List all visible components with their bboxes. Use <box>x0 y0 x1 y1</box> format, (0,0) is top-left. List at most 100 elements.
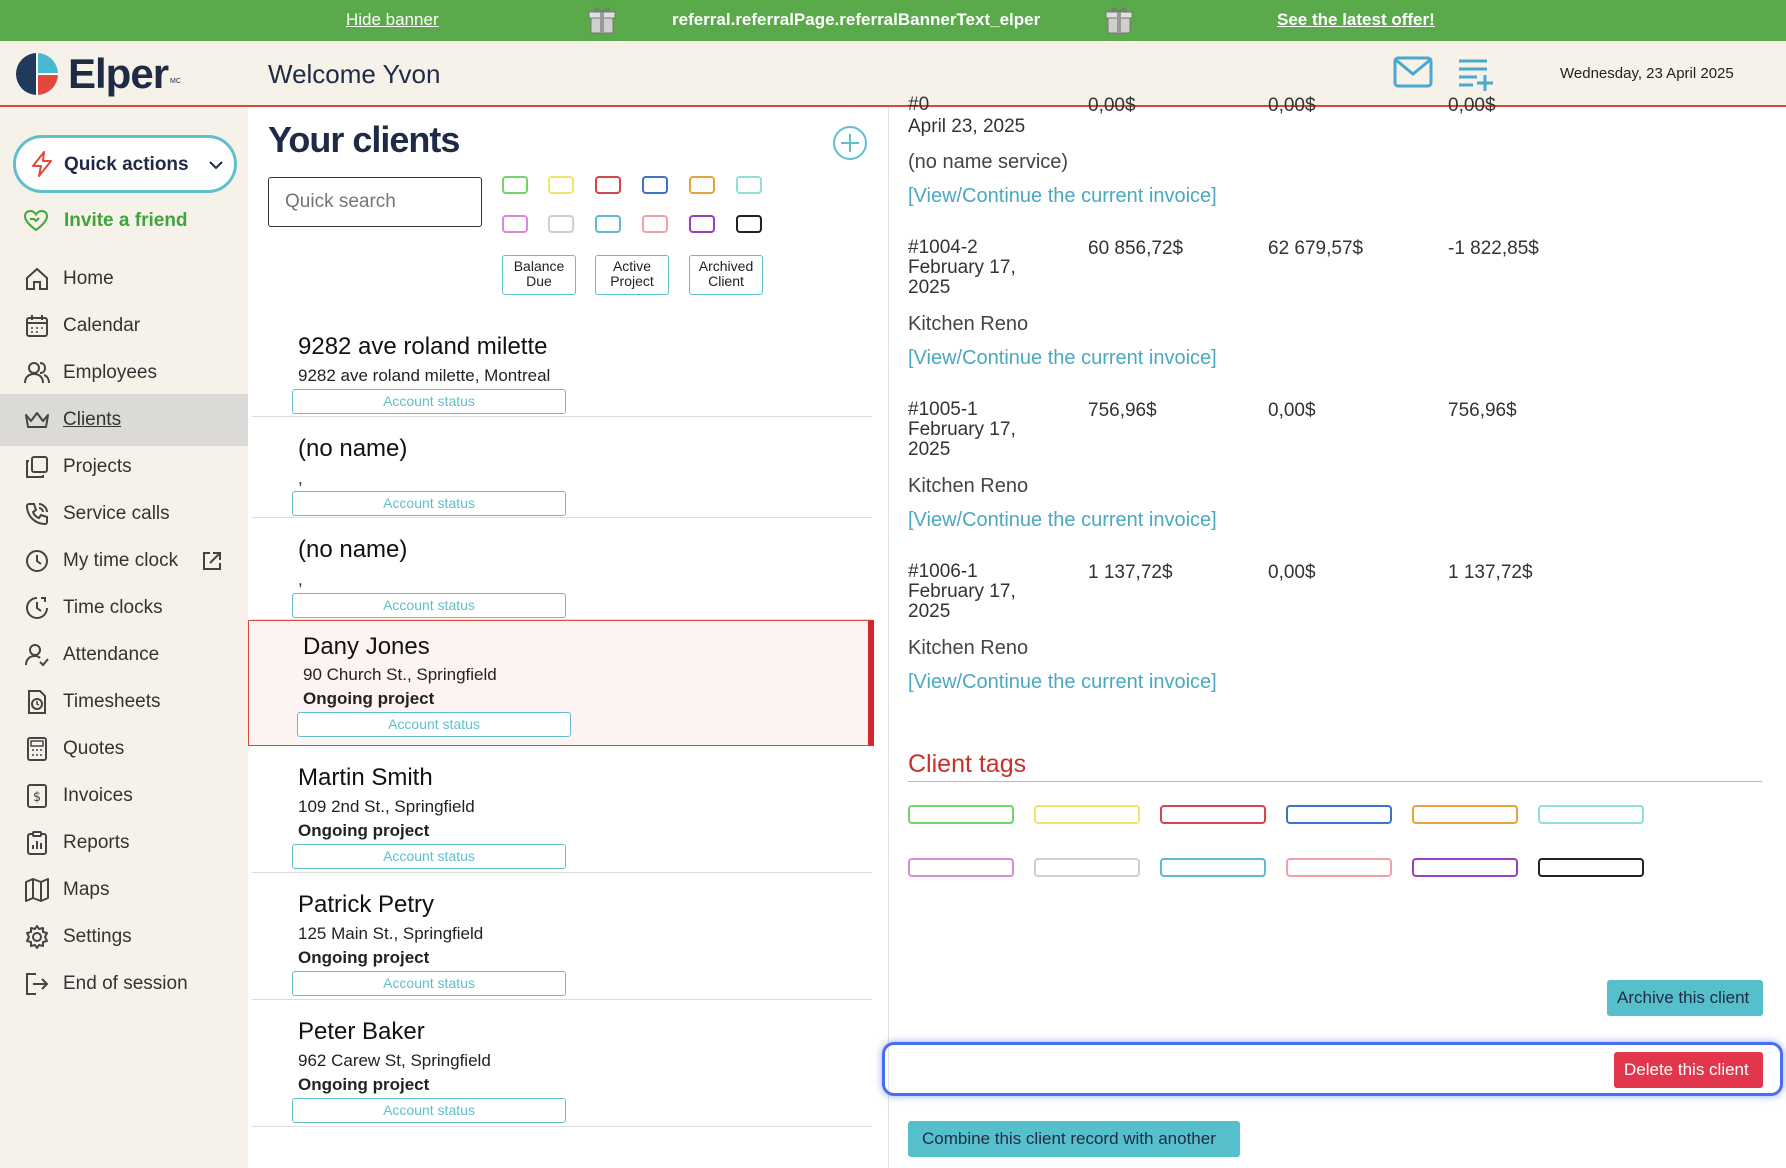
elper-logo-icon <box>16 53 58 95</box>
account-status-button[interactable]: Account status <box>292 491 566 516</box>
client-tag-light-red[interactable] <box>1286 858 1392 877</box>
tag-filter-purple[interactable] <box>689 215 715 233</box>
heart-handshake-icon <box>24 210 48 232</box>
invoice-date: February 17, <box>908 257 1016 278</box>
client-tag-aqua[interactable] <box>1538 805 1644 824</box>
combine-client-button[interactable]: Combine this client record with another <box>908 1121 1240 1157</box>
hide-banner-link[interactable]: Hide banner <box>346 10 439 30</box>
tag-filter-aqua[interactable] <box>736 176 762 194</box>
sidebar-item-home[interactable]: Home <box>0 253 248 305</box>
invite-friend-label: Invite a friend <box>64 210 188 231</box>
sidebar-item-label: Invoices <box>63 785 133 806</box>
sidebar-item-my-time-clock[interactable]: My time clock <box>0 535 248 587</box>
latest-offer-link[interactable]: See the latest offer! <box>1277 10 1435 30</box>
client-tag-green[interactable] <box>908 805 1014 824</box>
task-list-add-icon[interactable] <box>1455 53 1495 93</box>
archive-client-button[interactable]: Archive this client <box>1607 980 1763 1016</box>
client-tag-light-blue[interactable] <box>1160 858 1266 877</box>
view-invoice-link[interactable]: [View/Continue the current invoice] <box>908 347 1217 370</box>
sidebar-item-projects[interactable]: Projects <box>0 441 248 493</box>
tag-filter-yellow[interactable] <box>548 176 574 194</box>
client-tag-black[interactable] <box>1538 858 1644 877</box>
client-tag-red[interactable] <box>1160 805 1266 824</box>
mail-icon[interactable] <box>1392 55 1434 91</box>
invite-friend-link[interactable]: Invite a friend <box>24 210 188 232</box>
invoice-amount: 60 856,72$ <box>1088 238 1184 259</box>
account-status-button[interactable]: Account status <box>292 1098 566 1123</box>
client-address: 109 2nd St., Springfield <box>298 797 475 816</box>
client-card[interactable]: Patrick Petry 125 Main St., Springfield … <box>252 873 872 1000</box>
tag-filter-orange[interactable] <box>689 176 715 194</box>
client-tag-blue[interactable] <box>1286 805 1392 824</box>
client-tags-title: Client tags <box>908 750 1027 778</box>
sidebar-item-time-clocks[interactable]: Time clocks <box>0 582 248 634</box>
sidebar-item-timesheets[interactable]: Timesheets <box>0 676 248 728</box>
client-tag-pink[interactable] <box>908 858 1014 877</box>
client-name: 9282 ave roland milette <box>298 333 548 360</box>
sidebar-item-employees[interactable]: Employees <box>0 347 248 399</box>
tag-filter-black[interactable] <box>736 215 762 233</box>
sidebar-item-maps[interactable]: Maps <box>0 864 248 916</box>
client-card[interactable]: (no name) , Account status <box>252 518 872 620</box>
client-card[interactable]: Peter Baker 962 Carew St, Springfield On… <box>252 1000 872 1127</box>
sidebar-item-settings[interactable]: Settings <box>0 911 248 963</box>
quick-actions-dropdown[interactable]: Quick actions <box>13 135 237 193</box>
view-invoice-link[interactable]: [View/Continue the current invoice] <box>908 185 1217 208</box>
client-tag-orange[interactable] <box>1412 805 1518 824</box>
elper-logo[interactable]: Elper MC <box>14 49 224 99</box>
account-status-button[interactable]: Account status <box>292 593 566 618</box>
archived-client-filter-button[interactable]: Archived Client <box>689 255 763 295</box>
client-address: 9282 ave roland milette, Montreal <box>298 366 551 385</box>
invoice-date: 2025 <box>908 439 951 460</box>
account-status-button[interactable]: Account status <box>297 712 571 737</box>
client-card[interactable]: 9282 ave roland milette 9282 ave roland … <box>252 315 872 417</box>
client-card-selected[interactable]: Dany Jones 90 Church St., Springfield On… <box>248 620 874 746</box>
page-title: Your clients <box>268 119 460 160</box>
sidebar-item-end-of-session[interactable]: End of session <box>0 958 248 1010</box>
sidebar-item-invoices[interactable]: $ Invoices <box>0 770 248 822</box>
sidebar-item-clients[interactable]: Clients <box>0 394 248 446</box>
sidebar-item-label: Time clocks <box>63 597 163 618</box>
account-status-button[interactable]: Account status <box>292 971 566 996</box>
tag-filter-light-blue[interactable] <box>595 215 621 233</box>
client-card[interactable]: Martin Smith 109 2nd St., Springfield On… <box>252 746 872 873</box>
sidebar-item-calendar[interactable]: Calendar <box>0 300 248 352</box>
client-tag-yellow[interactable] <box>1034 805 1140 824</box>
sidebar-item-label: End of session <box>63 973 188 994</box>
sidebar-item-label: Timesheets <box>63 691 161 712</box>
tag-filter-pink[interactable] <box>502 215 528 233</box>
tag-filter-gray[interactable] <box>548 215 574 233</box>
client-tag-gray[interactable] <box>1034 858 1140 877</box>
account-status-button[interactable]: Account status <box>292 389 566 414</box>
view-invoice-link[interactable]: [View/Continue the current invoice] <box>908 671 1217 694</box>
sidebar-item-label: Clients <box>63 409 122 430</box>
sidebar-item-attendance[interactable]: Attendance <box>0 629 248 681</box>
tag-filter-green[interactable] <box>502 176 528 194</box>
delete-client-button[interactable]: Delete this client <box>1614 1052 1763 1088</box>
account-status-button[interactable]: Account status <box>292 844 566 869</box>
sidebar-item-quotes[interactable]: Quotes <box>0 723 248 775</box>
invoice-amount: 0,00$ <box>1268 400 1316 421</box>
invoice-amount: 0,00$ <box>1268 562 1316 583</box>
view-invoice-link[interactable]: [View/Continue the current invoice] <box>908 509 1217 532</box>
client-name: Dany Jones <box>303 633 430 660</box>
tag-filter-red[interactable] <box>595 176 621 194</box>
active-project-filter-button[interactable]: Active Project <box>595 255 669 295</box>
external-link-icon[interactable] <box>201 550 223 572</box>
chevron-down-icon <box>209 161 223 170</box>
phone-icon <box>25 503 48 526</box>
balance-due-filter-button[interactable]: Balance Due <box>502 255 576 295</box>
sidebar-item-reports[interactable]: Reports <box>0 817 248 869</box>
add-client-icon[interactable] <box>832 125 868 161</box>
tag-filter-blue[interactable] <box>642 176 668 194</box>
app-header: Elper MC Welcome Yvon Wednesday, 23 Apri… <box>0 41 1786 107</box>
sidebar-item-service-calls[interactable]: Service calls <box>0 488 248 540</box>
client-tag-purple[interactable] <box>1412 858 1518 877</box>
filter-label: Client <box>708 273 744 289</box>
tag-filter-light-red[interactable] <box>642 215 668 233</box>
quick-search-input[interactable] <box>268 177 482 227</box>
sidebar-item-label: Employees <box>63 362 157 383</box>
client-name: (no name) <box>298 536 408 563</box>
client-name: (no name) <box>298 435 408 462</box>
client-card[interactable]: (no name) , Account status <box>252 417 872 518</box>
